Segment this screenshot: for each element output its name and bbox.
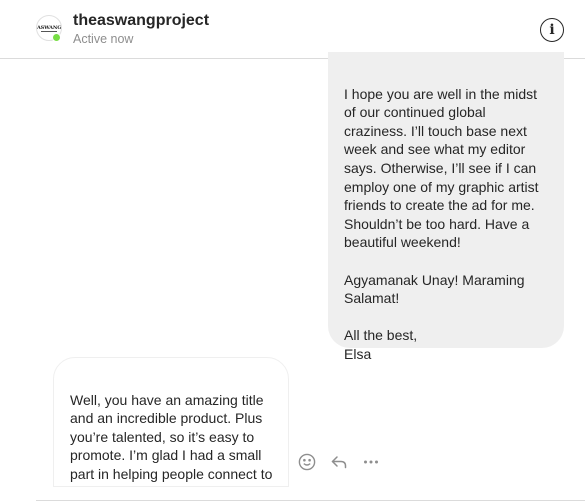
chat-header: ASWANG theaswangproject Active now i — [0, 0, 585, 59]
chat-username[interactable]: theaswangproject — [73, 12, 209, 30]
active-status: Active now — [73, 32, 134, 46]
more-options-icon[interactable] — [360, 451, 382, 473]
message-actions — [296, 451, 382, 473]
composer-divider — [36, 500, 585, 501]
outgoing-message-text: I hope you are well in the midst of our … — [344, 85, 539, 362]
avatar-logo-line — [41, 31, 57, 32]
online-status-dot — [52, 33, 61, 42]
incoming-message-bubble[interactable]: Well, you have an amazing title and an i… — [53, 357, 289, 487]
outgoing-message-bubble[interactable]: I hope you are well in the midst of our … — [328, 52, 564, 362]
reply-icon[interactable] — [328, 451, 350, 473]
incoming-message-text: Well, you have an amazing title and an i… — [70, 391, 273, 486]
info-icon[interactable]: i — [540, 18, 564, 42]
emoji-icon[interactable] — [296, 451, 318, 473]
